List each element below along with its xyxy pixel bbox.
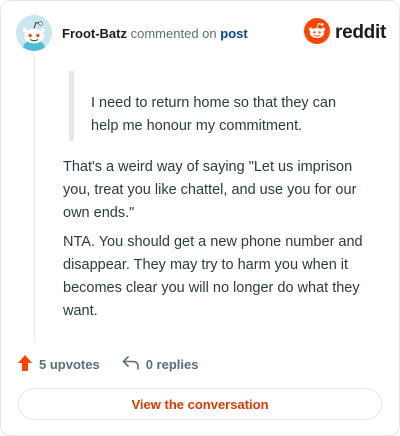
post-link[interactable]: post [220,26,247,41]
reddit-logo[interactable]: reddit [304,17,386,49]
quote-body: I need to return home so that they can h… [91,95,337,134]
commented-on-text: commented on [130,26,217,41]
comment-header: Froot-Batz commented on post reddit [16,15,386,51]
upvotes-action[interactable]: 5 upvotes [17,354,100,375]
comment-actions: 5 upvotes 0 replies [17,353,198,375]
username-link[interactable]: Froot-Batz [62,26,127,41]
comment-embed-card: Froot-Batz commented on post reddit I ne… [0,0,400,436]
quoted-text: I need to return home so that they can h… [69,71,364,141]
reddit-wordmark: reddit [335,22,386,43]
comment-paragraph: NTA. You should get a new phone number a… [63,234,363,319]
reply-arrow-icon [122,355,146,374]
reply-count: 0 replies [145,356,199,372]
upvote-arrow-icon [17,354,39,375]
upvote-count: 5 upvotes [39,356,100,372]
snoo-avatar-icon[interactable] [16,15,52,51]
reddit-alien-icon [304,17,331,49]
replies-action[interactable]: 0 replies [122,355,199,374]
comment-paragraph: That's a weird way of saying "Let us imp… [63,159,357,221]
view-conversation-button[interactable]: View the conversation [18,388,382,420]
thread-line [34,57,35,341]
comment-byline: Froot-Batz commented on post [62,26,248,42]
